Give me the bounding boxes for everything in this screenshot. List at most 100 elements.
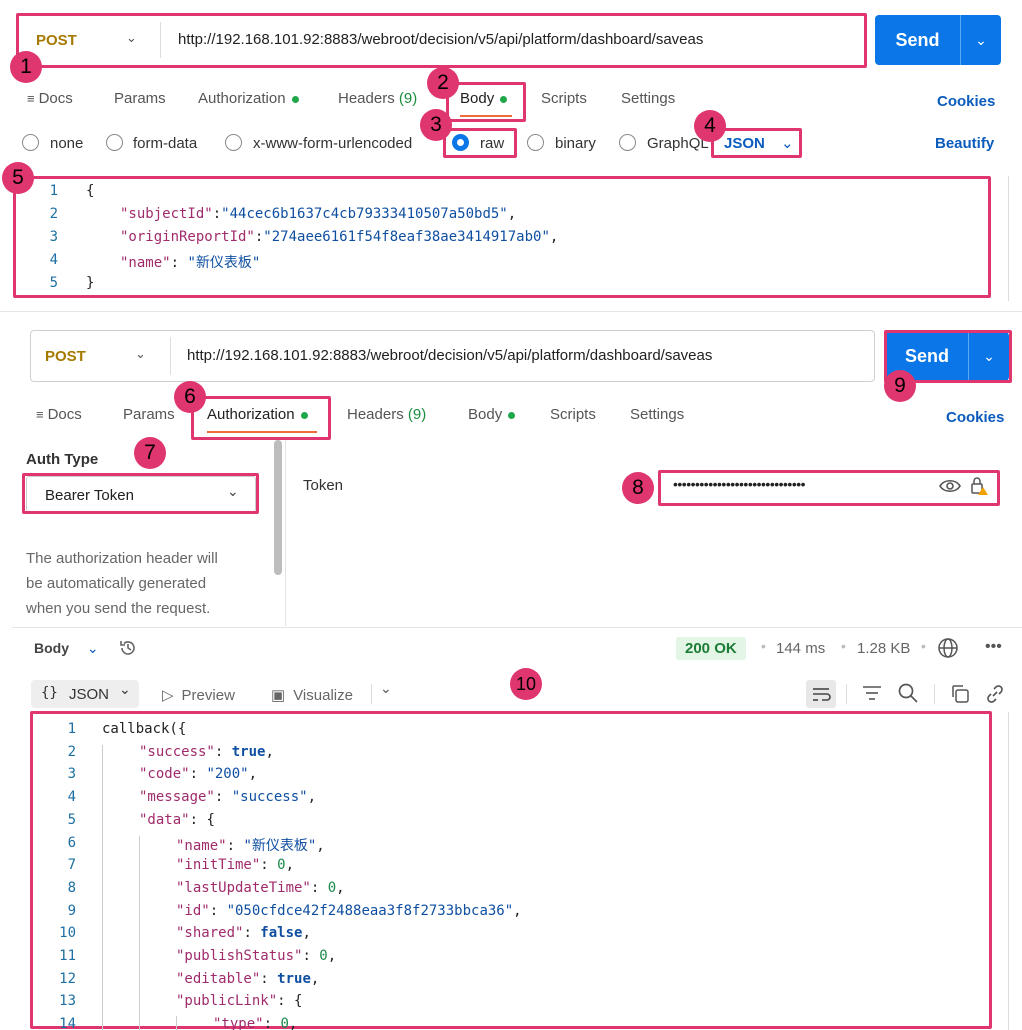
- indent-guide: [176, 1016, 177, 1030]
- annotation-box-1: [16, 13, 867, 68]
- line-number: 1: [67, 721, 76, 737]
- url-input-2[interactable]: http://192.168.101.92:8883/webroot/decis…: [187, 347, 712, 364]
- annotation-box-6: [191, 396, 331, 440]
- response-size: 1.28 KB: [857, 640, 911, 657]
- separator-dot: •: [841, 638, 846, 654]
- tab-scripts[interactable]: Scripts: [550, 406, 596, 423]
- status-dot: [291, 95, 299, 103]
- indent-guide: [139, 836, 140, 1030]
- code-line: "type": 0,: [213, 1016, 298, 1030]
- link-icon[interactable]: [984, 683, 1006, 710]
- annotation-badge-10: 10: [510, 668, 542, 700]
- line-number: 4: [67, 789, 76, 805]
- tab-scripts[interactable]: Scripts: [541, 90, 587, 107]
- annotation-badge-4: 4: [694, 110, 726, 142]
- line-number: 13: [59, 993, 76, 1009]
- panel-divider: [285, 440, 286, 626]
- response-format-select[interactable]: {} JSON ⌄: [31, 680, 139, 708]
- tab-docs[interactable]: ≡ Docs: [36, 406, 82, 423]
- annotation-box-7: [22, 473, 259, 514]
- more-options-icon[interactable]: •••: [985, 638, 1002, 656]
- code-line: "initTime": 0,: [176, 857, 295, 873]
- auth-type-label: Auth Type: [26, 451, 99, 468]
- response-time: 144 ms: [776, 640, 826, 657]
- line-number: 2: [49, 206, 58, 222]
- radio-form-data[interactable]: [106, 134, 123, 151]
- history-icon[interactable]: [118, 638, 138, 663]
- method-select-2[interactable]: POST: [45, 348, 86, 365]
- docs-icon: ≡: [36, 407, 44, 422]
- code-line: "originReportId":"274aee6161f54f8eaf38ae…: [120, 229, 559, 245]
- separator-dot: •: [761, 638, 766, 654]
- wrap-lines-icon[interactable]: [806, 680, 836, 708]
- code-line: "lastUpdateTime": 0,: [176, 880, 345, 896]
- line-number: 14: [59, 1016, 76, 1030]
- auth-description-line: when you send the request.: [26, 600, 211, 617]
- annotation-badge-6: 6: [174, 381, 206, 413]
- tab-settings[interactable]: Settings: [630, 406, 684, 423]
- line-number: 1: [49, 183, 58, 199]
- chevron-down-icon[interactable]: ⌄: [135, 346, 146, 362]
- cookies-link-1[interactable]: Cookies: [937, 93, 995, 110]
- search-icon[interactable]: [897, 682, 919, 709]
- code-line: {: [86, 183, 95, 199]
- line-number: 3: [49, 229, 58, 245]
- beautify-link[interactable]: Beautify: [935, 135, 994, 152]
- auth-description-line: be automatically generated: [26, 575, 207, 592]
- annotation-badge-3: 3: [420, 109, 452, 141]
- scrollbar[interactable]: [274, 440, 282, 575]
- globe-icon[interactable]: [937, 637, 959, 664]
- chevron-down-icon: ⌄: [86, 640, 99, 656]
- chevron-down-icon[interactable]: ⌄: [380, 680, 392, 697]
- visualize-tab[interactable]: ▣ Visualize: [271, 686, 353, 704]
- tab-headers[interactable]: Headers (9): [347, 406, 426, 423]
- tab-settings[interactable]: Settings: [621, 90, 675, 107]
- response-body-select[interactable]: Body ⌄: [34, 640, 99, 657]
- divider: [371, 684, 372, 704]
- braces-icon: {}: [41, 685, 58, 701]
- section-divider: [12, 627, 1022, 628]
- line-number: 7: [67, 857, 76, 873]
- code-line: "publicLink": {: [176, 993, 303, 1009]
- chevron-down-icon[interactable]: ⌄: [961, 32, 1001, 49]
- annotation-badge-1: 1: [10, 51, 42, 83]
- radio-binary[interactable]: [527, 134, 544, 151]
- send-button-1[interactable]: Send ⌄: [875, 15, 1001, 65]
- docs-icon: ≡: [27, 91, 35, 106]
- tab-authorization[interactable]: Authorization: [198, 90, 299, 107]
- editor-right-border: [1008, 176, 1009, 301]
- status-dot: [508, 411, 516, 419]
- line-number: 11: [59, 948, 76, 964]
- radio-none[interactable]: [22, 134, 39, 151]
- auth-description-line: The authorization header will: [26, 550, 218, 567]
- code-line: "name": "新仪表板": [120, 255, 261, 271]
- code-line: "editable": true,: [176, 971, 320, 987]
- tab-docs[interactable]: ≡ Docs: [27, 90, 73, 107]
- cookies-link-2[interactable]: Cookies: [946, 409, 1004, 426]
- status-badge: 200 OK: [676, 637, 746, 660]
- divider: [846, 684, 847, 704]
- line-number: 2: [67, 744, 76, 760]
- annotation-box-3: [443, 128, 517, 158]
- preview-tab[interactable]: ▷ Preview: [162, 686, 235, 704]
- line-number: 4: [49, 252, 58, 268]
- tab-params[interactable]: Params: [114, 90, 166, 107]
- tab-body[interactable]: Body: [468, 406, 516, 423]
- line-number: 8: [67, 880, 76, 896]
- play-icon: ▷: [162, 687, 174, 704]
- tab-params[interactable]: Params: [123, 406, 175, 423]
- annotation-box-4: [711, 128, 802, 158]
- code-line: "message": "success",: [139, 789, 317, 805]
- image-icon: ▣: [271, 687, 286, 704]
- tab-headers[interactable]: Headers (9): [338, 90, 417, 107]
- filter-icon[interactable]: [861, 683, 883, 708]
- code-line: }: [86, 275, 95, 291]
- radio-x-www-form-urlencoded[interactable]: [225, 134, 242, 151]
- divider: [170, 337, 171, 375]
- copy-icon[interactable]: [949, 683, 971, 710]
- annotation-badge-5: 5: [2, 162, 34, 194]
- code-line: "shared": false,: [176, 925, 311, 941]
- radio-graphql[interactable]: [619, 134, 636, 151]
- annotation-badge-9: 9: [884, 370, 916, 402]
- annotation-badge-7: 7: [134, 437, 166, 469]
